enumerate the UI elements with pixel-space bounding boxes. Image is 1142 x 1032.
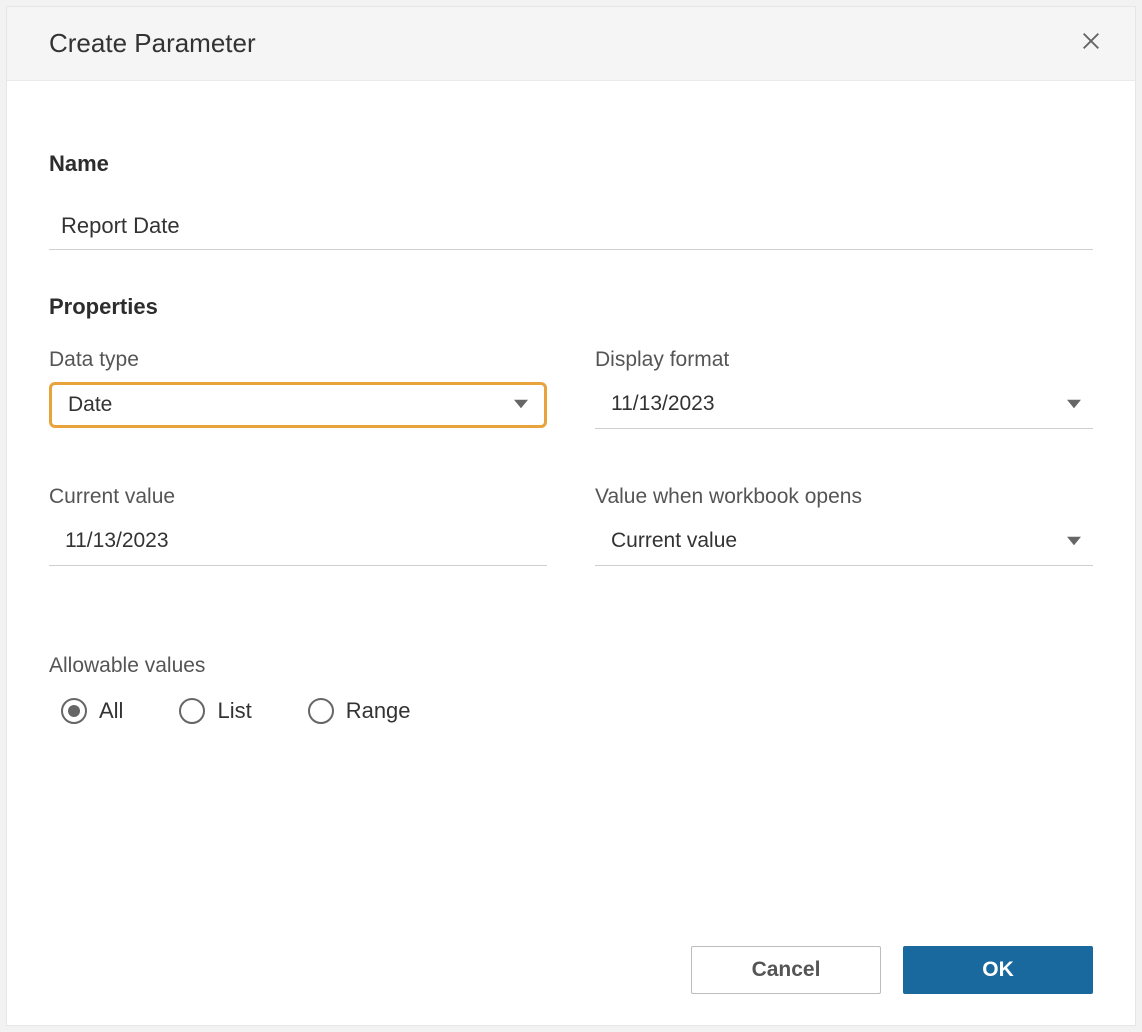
dialog-header: Create Parameter [7,7,1135,81]
ok-button-label: OK [982,958,1014,982]
display-format-select[interactable]: 11/13/2023 [595,382,1093,429]
name-label: Name [49,151,1093,177]
cancel-button[interactable]: Cancel [691,946,881,994]
display-format-value: 11/13/2023 [611,392,715,415]
radio-icon [308,698,334,724]
radio-range[interactable]: Range [308,698,411,724]
current-value-label: Current value [49,485,547,509]
allowable-values-section: Allowable values All List Range [49,654,1093,724]
properties-label: Properties [49,294,1093,320]
allowable-values-radio-group: All List Range [49,698,1093,724]
display-format-label: Display format [595,348,1093,372]
radio-icon [179,698,205,724]
value-on-open-select[interactable]: Current value [595,519,1093,566]
data-type-value: Date [68,393,112,416]
data-type-select[interactable]: Date [49,382,547,428]
caret-down-icon [1067,393,1081,417]
radio-range-label: Range [346,698,411,724]
radio-all-label: All [99,698,123,724]
name-input[interactable] [49,205,1093,250]
dialog-title: Create Parameter [49,28,256,59]
current-value-input[interactable] [49,519,547,566]
current-value-field: Current value [49,485,547,566]
ok-button[interactable]: OK [903,946,1093,994]
radio-all[interactable]: All [61,698,123,724]
allowable-values-label: Allowable values [49,654,1093,678]
value-on-open-field: Value when workbook opens Current value [595,485,1093,566]
display-format-field: Display format 11/13/2023 [595,348,1093,429]
radio-list-label: List [217,698,251,724]
radio-icon [61,698,87,724]
dialog-body: Name Properties Data type Date Display [7,81,1135,933]
create-parameter-dialog: Create Parameter Name Properties Data ty… [6,6,1136,1026]
data-type-label: Data type [49,348,547,372]
value-on-open-value: Current value [611,529,737,552]
close-icon [1080,30,1102,57]
dialog-footer: Cancel OK [7,933,1135,1025]
cancel-button-label: Cancel [752,958,821,982]
caret-down-icon [1067,530,1081,554]
data-type-field: Data type Date [49,348,547,429]
value-on-open-label: Value when workbook opens [595,485,1093,509]
radio-list[interactable]: List [179,698,251,724]
caret-down-icon [514,393,528,417]
close-button[interactable] [1077,30,1105,58]
